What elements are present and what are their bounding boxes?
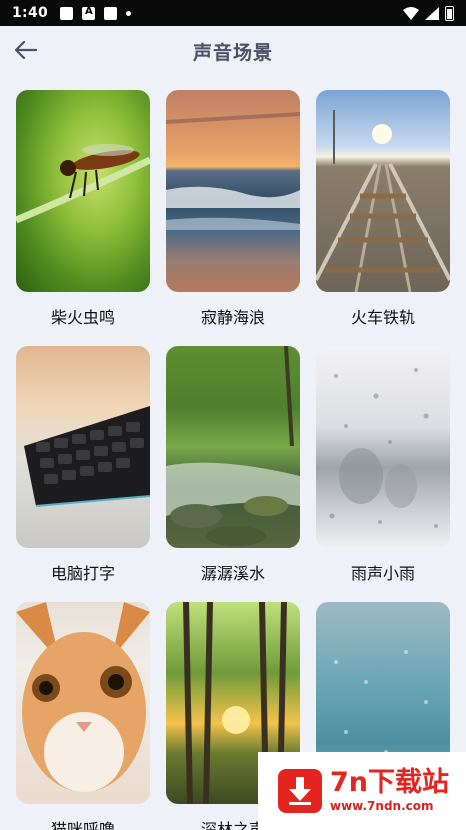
scene-label: 雨声小雨 — [350, 564, 415, 583]
app-header: 声音场景 — [0, 26, 466, 76]
scene-image-railway — [316, 90, 450, 292]
download-arrow-icon — [278, 769, 322, 813]
arrow-left-icon — [15, 41, 37, 59]
scene-image-typing — [16, 346, 150, 548]
scene-image-cat — [16, 602, 150, 804]
back-button[interactable] — [12, 36, 40, 64]
status-time: 1:40 — [12, 5, 49, 21]
scene-label: 猫咪呼噜 — [50, 820, 115, 830]
watermark-text: 7n下载站 www.7ndn.com — [330, 768, 449, 814]
wifi-icon — [403, 6, 419, 20]
scene-label: 电脑打字 — [50, 564, 115, 583]
battery-icon — [445, 5, 454, 21]
notification-icon — [60, 6, 74, 20]
scene-card-waves[interactable]: 寂静海浪 — [166, 90, 300, 327]
more-notifications-dot-icon — [126, 10, 132, 16]
scene-card-railway[interactable]: 火车铁轨 — [316, 90, 450, 327]
scene-card-typing[interactable]: 电脑打字 — [16, 346, 150, 583]
signal-icon — [425, 6, 439, 20]
scene-card-rain[interactable]: 雨声小雨 — [316, 346, 450, 583]
scene-image-insects — [16, 90, 150, 292]
notification-icon-2 — [104, 6, 118, 20]
watermark-url: www.7ndn.com — [330, 799, 434, 813]
page-title: 声音场景 — [192, 41, 273, 64]
status-indicators — [403, 5, 454, 21]
scene-image-waves — [166, 90, 300, 292]
scene-card-stream[interactable]: 潺潺溪水 — [166, 346, 300, 583]
scene-label: 柴火虫鸣 — [50, 308, 115, 327]
scene-card-cat[interactable]: 猫咪呼噜 — [16, 602, 150, 830]
scene-label: 火车铁轨 — [350, 308, 415, 327]
scene-card-insects[interactable]: 柴火虫鸣 — [16, 90, 150, 327]
scene-image-rain — [316, 346, 450, 548]
scene-image-stream — [166, 346, 300, 548]
app-notification-icon — [82, 6, 96, 20]
scene-label: 寂静海浪 — [200, 308, 265, 327]
watermark-title: 7n下载站 — [330, 767, 450, 798]
scene-label: 潺潺溪水 — [200, 564, 265, 583]
status-bar: 1:40 — [0, 0, 466, 26]
watermark-banner: 7n下载站 www.7ndn.com — [258, 752, 466, 830]
